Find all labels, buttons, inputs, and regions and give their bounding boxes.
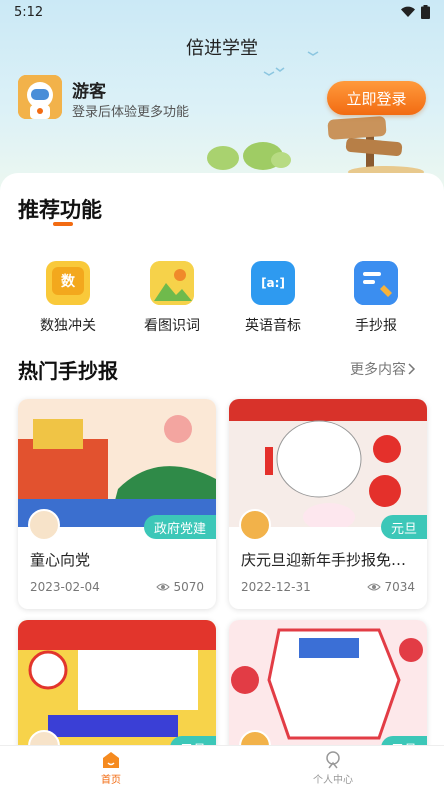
phonetic-icon: [a:]	[251, 261, 295, 305]
battery-icon	[421, 5, 430, 19]
report-card[interactable]: 政府党建 童心向党 2023-02-04 5070	[18, 399, 216, 609]
func-label: 手抄报	[355, 318, 397, 334]
bush-decoration	[207, 142, 291, 170]
func-item-sudoku[interactable]: 数 数独冲关	[18, 261, 118, 335]
main-content: 推荐功能 数 数独冲关 看图识词 [a:] 英语音标 手抄报 热门手抄报 更多内…	[0, 173, 444, 753]
login-button[interactable]: 立即登录	[327, 81, 426, 115]
card-tag: 政府党建	[143, 515, 216, 539]
func-item-report[interactable]: 手抄报	[326, 261, 426, 335]
chevron-right-icon	[408, 363, 416, 375]
wifi-icon	[401, 6, 415, 18]
function-grid: 数 数独冲关 看图识词 [a:] 英语音标 手抄报	[0, 261, 444, 341]
card-image	[229, 399, 427, 527]
card-tag: 元旦	[380, 515, 427, 539]
sudoku-icon: 数	[46, 261, 90, 305]
card-image	[229, 620, 427, 748]
more-link[interactable]: 更多内容	[350, 359, 416, 379]
func-item-phonetic[interactable]: [a:] 英语音标	[223, 261, 323, 335]
card-image	[18, 399, 216, 527]
status-time: 5:12	[14, 4, 44, 20]
user-name: 游客	[72, 82, 106, 102]
user-avatar[interactable]	[18, 75, 62, 119]
status-bar: 5:12	[0, 0, 444, 24]
card-title: 庆元旦迎新年手抄报免费下载	[241, 551, 417, 569]
hot-title: 热门手抄报	[18, 359, 118, 383]
title-underline	[53, 222, 73, 226]
app-title: 倍进学堂	[186, 38, 258, 59]
card-badge-icon	[28, 509, 60, 541]
signpost-decoration	[327, 116, 424, 176]
card-views: 5070	[156, 580, 204, 594]
func-label: 数独冲关	[40, 318, 96, 334]
tab-home[interactable]: 首页	[0, 746, 222, 791]
user-subtitle: 登录后体验更多功能	[72, 105, 190, 120]
card-image	[18, 620, 216, 748]
eye-icon	[156, 583, 171, 591]
func-item-picture[interactable]: 看图识词	[122, 261, 222, 335]
report-card[interactable]: 元旦 庆元旦迎新年手抄报免费下载 2022-12-31 7034	[229, 399, 427, 609]
home-icon	[103, 752, 119, 768]
handwritten-report-icon	[354, 261, 398, 305]
report-card[interactable]: 元旦	[18, 620, 216, 753]
func-label: 看图识词	[144, 318, 200, 334]
card-views: 7034	[367, 580, 415, 594]
recommend-title: 推荐功能	[18, 198, 102, 222]
func-label: 英语音标	[245, 318, 301, 334]
card-date: 2023-02-04	[30, 580, 100, 594]
tab-profile[interactable]: 个人中心	[222, 746, 444, 791]
picture-icon	[150, 261, 194, 305]
astronaut-icon	[18, 75, 62, 119]
eye-icon	[367, 583, 382, 591]
card-title: 童心向党	[30, 551, 91, 569]
report-card[interactable]: 元旦	[229, 620, 427, 753]
profile-icon	[326, 751, 340, 769]
card-badge-icon	[239, 509, 271, 541]
card-date: 2022-12-31	[241, 580, 311, 594]
bottom-tab-bar: 首页 个人中心	[0, 745, 444, 791]
